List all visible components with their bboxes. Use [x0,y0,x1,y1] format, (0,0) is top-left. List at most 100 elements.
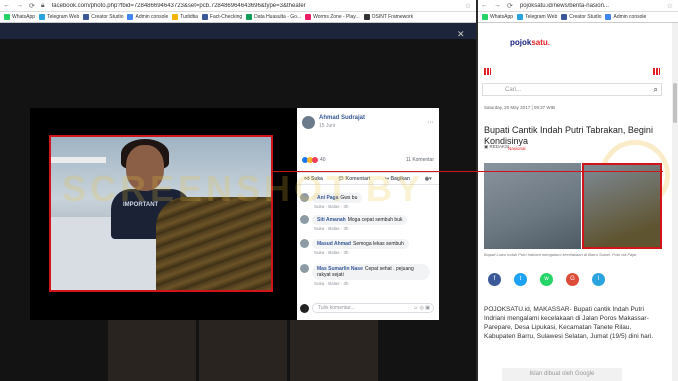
bookmark-item[interactable]: WhatsApp [4,14,35,20]
bookmark-item[interactable]: Creator Studio [83,14,123,20]
logo-accent: satu. [531,38,551,47]
bookmark-item[interactable]: Admin console [605,14,646,20]
article-image-highlight [582,163,662,249]
share-icon[interactable]: l [592,273,605,286]
thumbnail[interactable] [199,320,287,381]
commenter-avatar[interactable] [300,264,309,273]
bookmark-item[interactable]: Creator Studio [561,14,601,20]
more-options-icon[interactable]: ··· [427,119,434,126]
bookmark-item[interactable]: OSINT Framework [363,14,413,20]
right-url[interactable]: pojoksatu.id/news/berita-nasion... [520,3,609,9]
comment-composer: Tulis komentar... ☺ ◎ ▣ [300,302,434,314]
emoji-icon[interactable]: ☺ ◎ ▣ [413,305,430,311]
watermark: SCREENSHOT BY [62,168,425,209]
hospital-photo[interactable]: IMPORTANT [49,135,273,292]
reload-icon[interactable]: ⟳ [507,2,513,10]
bookmark-label: Creator Studio [569,14,602,20]
batik-cloth [156,197,271,290]
comment-input[interactable]: Tulis komentar... ☺ ◎ ▣ [312,303,434,313]
bookmark-item[interactable]: WhatsApp [482,14,513,20]
close-icon[interactable]: ✕ [457,29,465,40]
bookmark-label: Worms Zone - Play... [313,14,360,20]
search-icon[interactable]: ⌕ [654,85,658,95]
share-buttons: ftwGl [488,273,605,286]
post-date[interactable]: 15 Juni [319,123,365,129]
left-address-bar[interactable]: ← → ⟳ 🔒︎ facebook.com/photo.php?fbid=728… [0,0,476,12]
thumbnail[interactable] [108,320,196,381]
bookmark-icon [561,14,568,20]
left-bookmarks-bar: WhatsApp Telegram Web Creator Studio Admin … [0,12,476,23]
bookmark-item[interactable]: Tudidtia [172,14,198,20]
bookmark-label: Telegram Web [525,14,558,20]
bookmark-icon [172,14,179,20]
bookmark-item[interactable]: Worms Zone - Play... [305,14,360,20]
bookmark-label: Admin console [613,14,647,20]
bookmark-label: Tudidtia [180,14,198,20]
post-author[interactable]: Ahmad Sudrajat [319,115,365,121]
star-icon[interactable]: ☆ [465,2,471,10]
bookmark-item[interactable]: Telegram Web [517,14,557,20]
facebook-top-bar [0,23,476,39]
article-date: Saturday, 20 May 2017 | 09:37 WIB [484,105,555,110]
bookmark-icon [127,14,134,20]
comment-meta[interactable]: Suka · Balas · 3h [314,226,407,231]
article-image[interactable] [484,163,581,249]
share-icon[interactable]: f [488,273,501,286]
commenter-avatar[interactable] [300,239,309,248]
bookmark-label: WhatsApp [490,14,514,20]
bookmark-item[interactable]: Admin console [127,14,168,20]
grid-icon[interactable] [653,68,660,75]
bookmark-icon [39,14,46,20]
bookmark-label: Fact-Checking [209,14,243,20]
reload-icon[interactable]: ⟳ [29,2,35,10]
search-placeholder: Cari... [505,86,522,93]
bookmark-icon [4,14,10,20]
comment-count[interactable]: 11 Komentar [406,157,434,163]
scrollbar[interactable] [672,23,678,381]
thumbnail[interactable] [290,320,378,381]
current-user-avatar [300,303,309,313]
commenter-avatar[interactable] [300,215,309,224]
ad-label[interactable]: Iklan dibuat oleh Google [502,368,622,381]
bookmark-icon [201,14,208,20]
comment-meta[interactable]: Suka · Balas · 3h [314,250,409,255]
love-emoji-icon [312,157,318,163]
share-icon[interactable]: t [514,273,527,286]
bookmark-icon [83,14,90,20]
forward-icon[interactable]: → [494,2,501,9]
share-icon[interactable]: G [566,273,579,286]
logo-main: pojok [510,38,532,47]
article-body: POJOKSATU.id, MAKASSAR- Bupati cantik In… [484,306,654,340]
pojoksatu-logo[interactable]: pojoksatu. [510,38,550,47]
author-avatar[interactable] [302,115,315,129]
comment-meta[interactable]: Suka · Balas · 3h [314,281,430,286]
commenter-name[interactable]: Masud Ahmad [317,241,351,247]
bookmark-icon [605,14,612,20]
back-icon[interactable]: ← [481,2,488,9]
comment-item: Siti Amanah Moga cepat sembuh buk Suka · … [300,215,408,231]
forward-icon[interactable]: → [16,2,23,9]
article-author[interactable]: ▣ REDAKSI [484,144,509,150]
bookmark-item[interactable]: Telegram Web [39,14,79,20]
search-input[interactable]: Cari... ⌕ [482,83,662,96]
post-side-panel: Ahmad Sudrajat 15 Juni ··· [297,108,439,320]
menu-icon[interactable] [484,68,491,75]
article-category[interactable]: Nasional [508,146,526,151]
comment-item: Masud Ahmad Semoga lekas sembuh Suka · Ba… [300,239,409,255]
commenter-name[interactable]: Siti Amanah [317,217,346,223]
share-icon[interactable]: w [540,273,553,286]
bookmark-item[interactable]: Fact-Checking [201,14,243,20]
bookmark-icon [246,14,253,20]
comparison-line [273,171,663,172]
right-address-bar[interactable]: ← → ⟳ pojoksatu.id/news/berita-nasion...… [478,0,678,12]
left-url[interactable]: facebook.com/photo.php?fbid=728486694643… [52,3,306,9]
reaction-summary[interactable]: 40 11 Komentar [297,157,439,163]
lock-icon: 🔒︎ [40,1,45,9]
bookmark-label: Data Huasulta - Go... [254,14,302,20]
bookmark-item[interactable]: Data Huasulta - Go... [246,14,301,20]
bookmark-icon [517,14,524,20]
scroll-thumb[interactable] [673,83,677,123]
audience-icon[interactable]: ◉▾ [425,176,432,182]
star-icon[interactable]: ☆ [667,2,673,10]
back-icon[interactable]: ← [3,2,10,9]
